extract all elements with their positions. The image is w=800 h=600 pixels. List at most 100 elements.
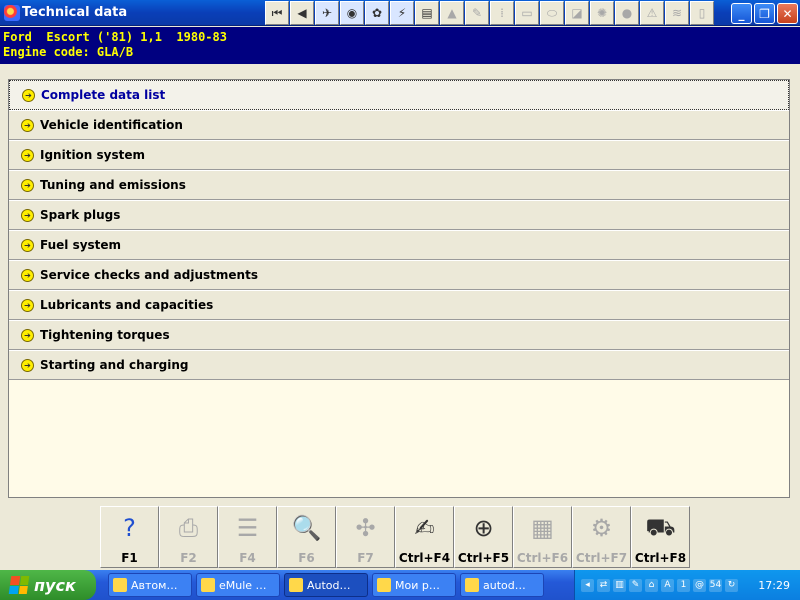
task-icon — [377, 578, 391, 592]
menu-item[interactable]: ➔ Tuning and emissions — [9, 170, 789, 200]
toolbar: ⏮ ◀ ✈ ◉ ✿ ⚡ ▤ ▲ ✎ ⁞ ▭ ⬭ ◪ ✺ ● ⚠ ≋ ▯ — [265, 1, 714, 25]
menu-item-label: Fuel system — [40, 238, 122, 252]
diagram-icon: ✣ — [355, 514, 376, 542]
menu-item[interactable]: ➔ Tightening torques — [9, 320, 789, 350]
car-icon[interactable]: ⬭ — [540, 1, 564, 25]
arrow-icon: ➔ — [21, 298, 34, 312]
close-button[interactable]: ✕ — [777, 3, 798, 24]
tray-icon[interactable]: ⌂ — [645, 578, 658, 592]
fkey-label: Ctrl+F5 — [457, 551, 510, 565]
fkey-f6[interactable]: 🔍 F6 — [277, 506, 336, 568]
menu-item-label: Service checks and adjustments — [40, 268, 258, 282]
maximize-button[interactable]: ❐ — [754, 3, 775, 24]
start-label: пуск — [34, 575, 76, 595]
menu-item-label: Lubricants and capacities — [40, 298, 214, 312]
seat-icon[interactable]: ▭ — [515, 1, 539, 25]
technical-data-menu: ➔ Complete data list ➔ Vehicle identificati… — [8, 79, 790, 498]
fkey-f1[interactable]: ? F1 — [100, 506, 159, 568]
system-tray: ◂ ⇄ ▥ ✎ ⌂ A 1 @54 ↻ 17:29 — [574, 570, 800, 600]
fkey-f2[interactable]: ⎙ F2 — [159, 506, 218, 568]
fkey-label: Ctrl+F8 — [634, 551, 687, 565]
function-key-bar: ? F1 ⎙ F2 ☰ F4 🔍 F6 ✣ F7 ✍ Ctrl+F4 ⊕ Ctrl+F5 ▦ Ctrl+F6 ⚙… — [100, 506, 690, 568]
search-text-icon: 🔍 — [291, 514, 322, 542]
fkey-f4[interactable]: ☰ F4 — [218, 506, 277, 568]
warning-icon[interactable]: ⚠ — [640, 1, 664, 25]
timing-icon[interactable]: ⁞ — [490, 1, 514, 25]
tray-icon[interactable]: 54 — [709, 578, 722, 592]
menu-item-label: Vehicle identification — [40, 118, 183, 132]
arrow-icon: ➔ — [21, 238, 34, 252]
list-icon: ☰ — [236, 514, 259, 542]
fkey-ctrl-f6[interactable]: ▦ Ctrl+F6 — [513, 506, 572, 568]
app-icon — [4, 5, 20, 21]
door-icon[interactable]: ◪ — [565, 1, 589, 25]
taskbar: пуск Автом… eMule … Autod… Мои р… autod… ◂ ⇄ ▥… — [0, 570, 800, 600]
menu-item[interactable]: ➔ Starting and charging — [9, 350, 789, 380]
fkey-f7[interactable]: ✣ F7 — [336, 506, 395, 568]
tools-icon[interactable]: ✎ — [465, 1, 489, 25]
menu-item[interactable]: ➔ Vehicle identification — [9, 110, 789, 140]
menu-item-label: Starting and charging — [40, 358, 189, 372]
title-bar: Technical data ⏮ ◀ ✈ ◉ ✿ ⚡ ▤ ▲ ✎ ⁞ ▭ ⬭ ◪ ✺ ● ⚠ ≋ ▯ _ ❐ ✕ — [0, 0, 800, 26]
fkey-label: F7 — [357, 551, 374, 565]
menu-item[interactable]: ➔ Lubricants and capacities — [9, 290, 789, 320]
book-icon[interactable]: ▯ — [690, 1, 714, 25]
task-icon — [113, 578, 127, 592]
menu-item[interactable]: ➔ Spark plugs — [9, 200, 789, 230]
tray-icon[interactable]: 1 — [677, 578, 690, 592]
task-label: Мои р… — [395, 578, 440, 592]
suspension-icon[interactable]: ✺ — [590, 1, 614, 25]
arrow-icon: ➔ — [21, 358, 34, 372]
fkey-label: F6 — [298, 551, 315, 565]
start-button[interactable]: пуск — [0, 570, 96, 600]
engine-icon[interactable]: ▤ — [415, 1, 439, 25]
tray-icon[interactable]: ↻ — [725, 578, 738, 592]
minimize-button[interactable]: _ — [731, 3, 752, 24]
tray-icon[interactable]: A — [661, 578, 674, 592]
fkey-ctrl-f8[interactable]: ⛟ Ctrl+F8 — [631, 506, 690, 568]
menu-item[interactable]: ➔ Service checks and adjustments — [9, 260, 789, 290]
chassis-icon[interactable]: ≋ — [665, 1, 689, 25]
menu-item[interactable]: ➔ Complete data list — [8, 79, 790, 111]
arrow-icon: ➔ — [21, 148, 34, 162]
tray-icon[interactable]: ✎ — [629, 578, 642, 592]
tray-icon[interactable]: ◂ — [581, 578, 594, 592]
tray-icon[interactable]: @ — [693, 578, 706, 592]
arrow-icon: ➔ — [22, 88, 35, 102]
taskbar-task[interactable]: Мои р… — [372, 573, 456, 597]
arrow-icon: ➔ — [21, 208, 34, 222]
parts-icon[interactable]: ✿ — [365, 1, 389, 25]
menu-item[interactable]: ➔ Ignition system — [9, 140, 789, 170]
calculator-icon: ▦ — [531, 514, 554, 542]
fkey-label: Ctrl+F7 — [575, 551, 628, 565]
fkey-ctrl-f4[interactable]: ✍ Ctrl+F4 — [395, 506, 454, 568]
tray-icon[interactable]: ▥ — [613, 578, 626, 592]
fkey-label: Ctrl+F4 — [398, 551, 451, 565]
task-label: Автом… — [131, 578, 178, 592]
arrow-icon: ➔ — [21, 178, 34, 192]
back-icon[interactable]: ◀ — [290, 1, 314, 25]
wheel-icon[interactable]: ◉ — [340, 1, 364, 25]
taskbar-task[interactable]: eMule … — [196, 573, 280, 597]
taskbar-task[interactable]: Autod… — [284, 573, 368, 597]
wiring-icon[interactable]: ⚡ — [390, 1, 414, 25]
tray-icon[interactable]: ⇄ — [597, 578, 610, 592]
fkey-label: F1 — [121, 551, 138, 565]
car-lift-icon[interactable]: ✈ — [315, 1, 339, 25]
menu-item[interactable]: ➔ Fuel system — [9, 230, 789, 260]
fkey-ctrl-f7[interactable]: ⚙ Ctrl+F7 — [572, 506, 631, 568]
add-note-icon: ⊕ — [473, 514, 494, 542]
fkey-label: Ctrl+F6 — [516, 551, 569, 565]
task-icon — [289, 578, 303, 592]
help-icon: ? — [123, 514, 136, 542]
taskbar-task[interactable]: Автом… — [108, 573, 192, 597]
engine-code: Engine code: GLA/B — [3, 45, 134, 59]
first-page-icon[interactable]: ⏮ — [265, 1, 289, 25]
airbag-icon[interactable]: ● — [615, 1, 639, 25]
body-icon[interactable]: ▲ — [440, 1, 464, 25]
taskbar-task[interactable]: autod… — [460, 573, 544, 597]
task-label: autod… — [483, 578, 526, 592]
task-icon — [201, 578, 215, 592]
windows-flag-icon — [8, 576, 30, 594]
fkey-ctrl-f5[interactable]: ⊕ Ctrl+F5 — [454, 506, 513, 568]
